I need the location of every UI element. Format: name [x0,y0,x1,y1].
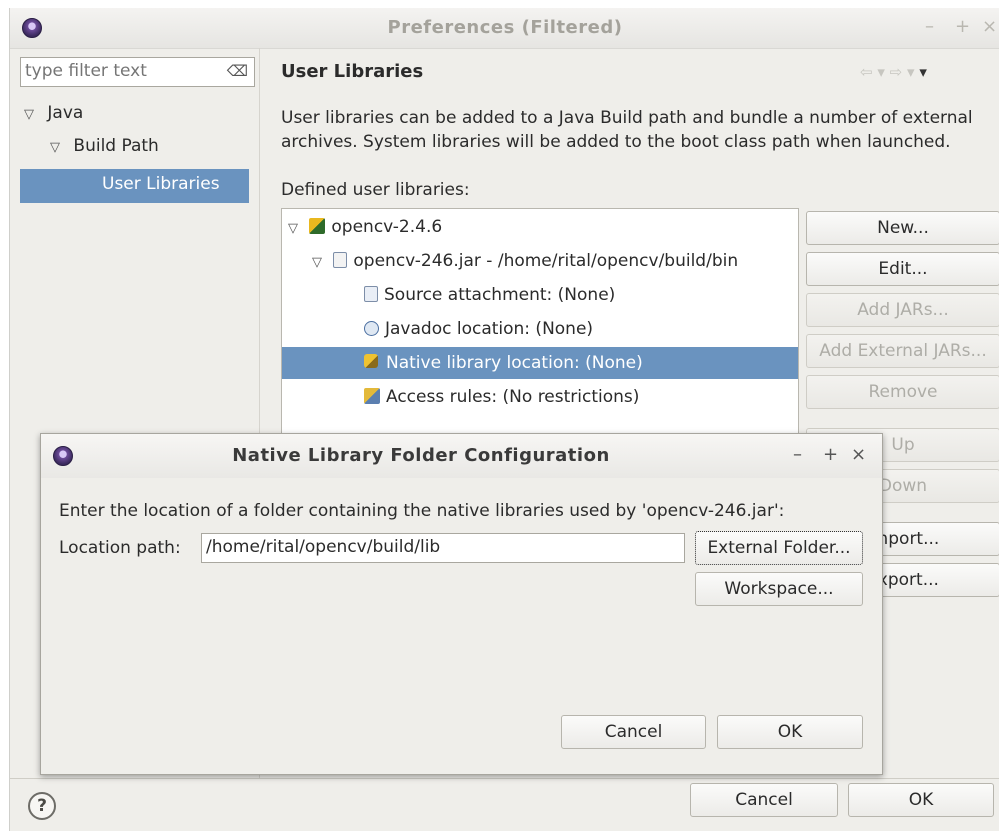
new-button[interactable]: New... [806,211,999,245]
dialog-close-button[interactable]: × [851,444,866,465]
defined-libraries-label: Defined user libraries: [281,180,470,200]
window-titlebar[interactable]: Preferences (Filtered) – + × [10,8,999,49]
maximize-button[interactable]: + [955,16,970,37]
library-name: opencv-2.4.6 [331,217,443,237]
chevron-down-icon[interactable]: ▾ [907,63,915,81]
help-icon[interactable]: ? [28,792,56,820]
dialog-ok-button[interactable]: OK [717,715,863,749]
native-library-dialog: Native Library Folder Configuration – + … [40,433,883,775]
tree-item-label: User Libraries [102,174,220,194]
cancel-button[interactable]: Cancel [690,783,838,817]
description-text: User libraries can be added to a Java Bu… [281,108,973,152]
footer-separator [10,778,999,779]
dialog-prompt: Enter the location of a folder containin… [59,501,785,521]
minimize-button[interactable]: – [925,16,934,37]
page-title: User Libraries [281,61,424,82]
expand-triangle-icon[interactable]: ▽ [24,107,34,122]
expand-triangle-icon[interactable]: ▽ [288,221,298,236]
location-path-field[interactable] [201,533,685,563]
access-rules-icon [364,388,380,404]
tree-row-jar[interactable]: ▽ opencv-246.jar - /home/rital/opencv/bu… [312,245,738,277]
forward-arrow-icon[interactable]: ⇨ [890,63,903,81]
tree-item-java[interactable]: ▽ Java [24,103,83,123]
source-attachment-icon [364,286,378,302]
location-path-label: Location path: [59,538,181,558]
native-library-icon [364,354,380,370]
location-path-input[interactable] [202,534,680,560]
remove-button[interactable]: Remove [806,375,999,409]
add-external-jars-button[interactable]: Add External JARs... [806,334,999,368]
dialog-titlebar[interactable]: Native Library Folder Configuration – + … [41,434,882,478]
dialog-minimize-button[interactable]: – [793,444,802,465]
javadoc-label: Javadoc location: (None) [385,319,594,339]
library-icon [309,218,326,234]
jar-icon [333,252,348,268]
tree-item-user-libraries[interactable]: User Libraries [20,169,249,203]
external-folder-button[interactable]: External Folder... [695,531,863,565]
tree-item-label: Build Path [73,136,159,156]
window-title: Preferences (Filtered) [387,17,623,38]
javadoc-icon [364,321,379,336]
workspace-button[interactable]: Workspace... [695,572,863,606]
dialog-title: Native Library Folder Configuration [232,445,610,466]
tree-row-javadoc[interactable]: Javadoc location: (None) [364,313,593,345]
ok-button[interactable]: OK [848,783,994,817]
user-libraries-tree[interactable]: ▽ opencv-2.4.6 ▽ opencv-246.jar - /home/… [281,208,799,438]
tree-item-label: Java [47,103,84,123]
expand-triangle-icon[interactable]: ▽ [312,255,322,270]
tree-row-native-library[interactable]: Native library location: (None) [282,347,798,379]
expand-triangle-icon[interactable]: ▽ [50,140,60,155]
edit-button[interactable]: Edit... [806,252,999,286]
tree-item-build-path[interactable]: ▽ Build Path [50,136,159,156]
filter-field[interactable]: ⌫ [20,57,255,87]
dialog-cancel-button[interactable]: Cancel [561,715,706,749]
view-menu-icon[interactable]: ▾ [919,63,927,81]
chevron-down-icon[interactable]: ▾ [877,63,885,81]
clear-filter-icon[interactable]: ⌫ [227,62,248,80]
jar-label: opencv-246.jar - /home/rital/opencv/buil… [353,251,739,271]
source-label: Source attachment: (None) [384,285,616,305]
native-library-label: Native library location: (None) [386,353,643,373]
close-button[interactable]: × [982,16,997,37]
add-jars-button[interactable]: Add JARs... [806,293,999,327]
tree-row-access-rules[interactable]: Access rules: (No restrictions) [364,381,639,413]
tree-row-source[interactable]: Source attachment: (None) [364,279,615,311]
access-rules-label: Access rules: (No restrictions) [386,387,640,407]
dialog-maximize-button[interactable]: + [823,444,838,465]
back-arrow-icon[interactable]: ⇦ [860,63,873,81]
history-navigation[interactable]: ⇦ ▾ ⇨ ▾ ▾ [860,63,995,91]
tree-row-library[interactable]: ▽ opencv-2.4.6 [288,211,442,243]
filter-input[interactable] [21,58,219,84]
